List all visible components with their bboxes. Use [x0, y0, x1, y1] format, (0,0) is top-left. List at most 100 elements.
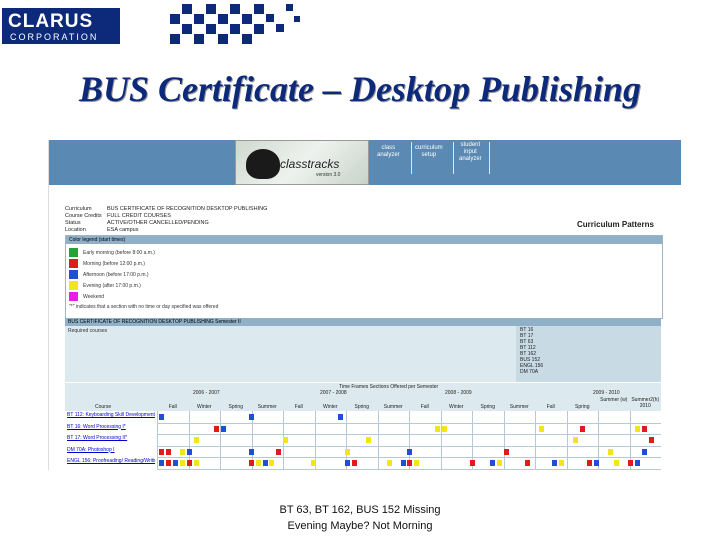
schedule-cell-blue: [642, 448, 647, 455]
nav-line: student: [460, 142, 481, 148]
info-label: Location: [65, 227, 86, 233]
schedule-cell-blue: [338, 414, 344, 420]
schedule-cell-red: [276, 448, 282, 455]
course-link[interactable]: ENGL 156: Proofreading/ Reading/Writing*: [67, 458, 155, 464]
term-header: Fall: [546, 404, 555, 410]
slide-title: BUS Certificate – Desktop Publishing: [78, 69, 642, 109]
schedule-cell-yellow: [386, 460, 392, 466]
term-header: Spring: [575, 404, 590, 410]
schedule-cell-blue: [400, 460, 406, 466]
course-link[interactable]: BT 17: Word Processing II*: [67, 435, 155, 441]
app-screenshot: classtracks version 3.0 class analyzer c…: [48, 140, 681, 470]
time-frame-label: Time Frames Sections Offered per Semeste…: [339, 384, 439, 390]
schedule-cell-yellow: [414, 460, 420, 466]
schedule-cell-red: [214, 425, 220, 432]
legend-swatch: [69, 259, 78, 268]
schedule-cell-red: [407, 460, 413, 466]
info-value: FULL CREDIT COURSES: [107, 213, 171, 219]
schedule-cell-blue: [159, 414, 164, 420]
schedule-cell-blue: [345, 460, 351, 466]
schedule-cell-yellow: [441, 425, 447, 432]
term-header: Summer: [383, 404, 403, 410]
schedule-cell-yellow: [607, 448, 613, 455]
term-header: Winter: [323, 404, 338, 410]
logo-version: version 3.0: [316, 172, 341, 178]
schedule-cell-yellow: [614, 460, 620, 466]
schedule-cell-blue: [635, 460, 641, 466]
term-header: Summer2(h) 2010: [631, 397, 660, 409]
nav-divider: [489, 142, 490, 174]
color-legend: Color legend (start times) Early morning…: [65, 235, 663, 319]
nav-divider: [453, 142, 454, 174]
nav-line: analyzer: [377, 152, 400, 158]
term-header: Fall: [168, 404, 177, 410]
schedule-cell-red: [186, 460, 192, 466]
schedule-cell-blue: [490, 460, 496, 466]
nav-line: curriculum: [415, 145, 443, 151]
caption-line-2: Evening Maybe? Not Morning: [287, 520, 433, 532]
schedule-cell-yellow: [310, 460, 316, 466]
year-label: 2009 - 2010: [593, 390, 620, 396]
term-header: Winter: [449, 404, 464, 410]
schedule-cell-blue: [248, 448, 254, 455]
logo-mark-icon: [246, 149, 280, 179]
schedule-cell-blue: [552, 460, 558, 466]
schedule-cell-red: [248, 460, 254, 466]
app-top-bar: classtracks version 3.0 class analyzer c…: [49, 140, 681, 185]
schedule-cell-yellow: [193, 460, 199, 466]
nav-student-input-analyzer[interactable]: student input analyzer: [459, 142, 482, 163]
nav-class-analyzer[interactable]: class analyzer: [377, 145, 400, 159]
term-header: Spring: [228, 404, 243, 410]
schedule-cell-yellow: [573, 437, 578, 443]
legend-label: Evening (after 17:00 p.m.): [83, 283, 141, 289]
schedule-cell-red: [159, 448, 164, 455]
info-value: ACTIVE/OTHER CANCELLED/PENDING: [107, 220, 209, 226]
required-course: DM 70A: [520, 369, 539, 375]
schedule-cell-yellow: [497, 460, 503, 466]
schedule-cell-red: [504, 448, 509, 455]
schedule-cell-blue: [593, 460, 599, 466]
legend-label: Early morning (before 8:00 a.m.): [83, 250, 155, 256]
schedule-cell-yellow: [635, 425, 641, 432]
schedule-cell-red: [165, 448, 171, 455]
legend-swatch: [69, 248, 78, 257]
required-label: Required courses: [68, 328, 108, 334]
required-course-list: BT 16 BT 17 BT 63 BT 112 BT 162 BUS 152 …: [520, 327, 543, 375]
info-value: ESA campus: [107, 227, 139, 233]
clarus-logo: CLARUS CORPORATION: [2, 8, 120, 44]
term-header: Fall: [420, 404, 429, 410]
term-header: Summer (w): [600, 397, 628, 403]
schedule-cell-red: [642, 425, 647, 432]
schedule-cell-blue: [248, 414, 254, 420]
schedule-table: Time Frames Sections Offered per Semeste…: [65, 383, 661, 470]
legend-label: Weekend: [83, 294, 105, 300]
schedule-cell-yellow: [435, 425, 440, 432]
course-link[interactable]: DM 70A: Photoshop I: [67, 447, 155, 453]
schedule-cell-yellow: [345, 448, 351, 455]
nav-divider: [411, 142, 412, 174]
course-link[interactable]: BT 112: Keyboarding Skill Development: [67, 412, 155, 418]
schedule-cell-yellow: [179, 448, 185, 455]
legend-swatch: [69, 292, 78, 301]
info-label: Status: [65, 220, 81, 226]
nav-curriculum-setup[interactable]: curriculum setup: [415, 145, 443, 159]
year-label: 2006 - 2007: [193, 390, 220, 396]
term-header: Spring: [354, 404, 369, 410]
schedule-cell-red: [524, 460, 530, 466]
legend-label: Morning (before 12:00 p.m.): [83, 261, 145, 267]
slide-caption: BT 63, BT 162, BUS 152 Missing Evening M…: [0, 502, 720, 534]
info-value: BUS CERTIFICATE OF RECOGNITION DESKTOP P…: [107, 206, 268, 212]
schedule-cell-yellow: [193, 437, 199, 443]
legend-note: "*" indicates that a section with no tim…: [69, 304, 219, 310]
logo-main-text: CLARUS: [8, 11, 94, 32]
nav-line: input: [463, 149, 477, 155]
year-label: 2008 - 2009: [445, 390, 472, 396]
legend-header: Color legend (start times): [66, 236, 662, 244]
schedule-cell-yellow: [366, 437, 371, 443]
schedule-cell-red: [579, 425, 585, 432]
caption-line-1: BT 63, BT 162, BUS 152 Missing: [279, 504, 441, 516]
nav-line: analyzer: [459, 156, 482, 162]
legend-label: Afternoon (before 17:00 p.m.): [83, 272, 149, 278]
term-header: Summer: [257, 404, 277, 410]
course-link[interactable]: BT 16: Word Processing I*: [67, 424, 155, 430]
